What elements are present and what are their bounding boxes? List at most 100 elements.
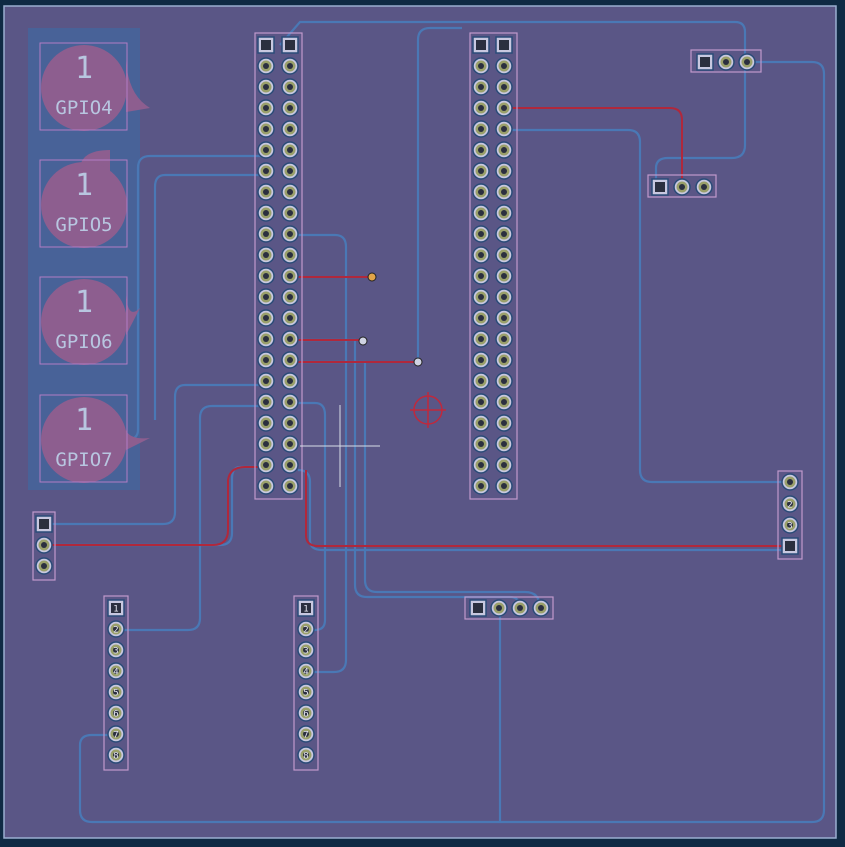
pad bbox=[281, 309, 299, 327]
pad bbox=[495, 204, 513, 222]
pad bbox=[472, 162, 490, 180]
pad bbox=[472, 372, 490, 390]
pad bbox=[281, 183, 299, 201]
pad bbox=[472, 330, 490, 348]
pad bbox=[281, 120, 299, 138]
pad bbox=[257, 36, 275, 54]
pad bbox=[495, 57, 513, 75]
pad bbox=[495, 330, 513, 348]
pad bbox=[472, 393, 490, 411]
pad bbox=[781, 473, 799, 491]
pad bbox=[495, 351, 513, 369]
pin-number: 5 bbox=[303, 689, 308, 699]
pad: 2 bbox=[781, 495, 799, 513]
pad bbox=[472, 477, 490, 495]
pad bbox=[281, 435, 299, 453]
pad bbox=[695, 178, 713, 196]
pad: 5 bbox=[107, 683, 125, 701]
pad: 2 bbox=[107, 620, 125, 638]
pad bbox=[717, 53, 735, 71]
pad bbox=[495, 372, 513, 390]
pin-number: 8 bbox=[303, 752, 308, 762]
pin-number: 1 bbox=[113, 605, 118, 615]
pad bbox=[281, 372, 299, 390]
pad bbox=[281, 477, 299, 495]
pad bbox=[472, 141, 490, 159]
pad bbox=[673, 178, 691, 196]
pin-number: 8 bbox=[113, 752, 118, 762]
via bbox=[367, 272, 377, 282]
pin-number: 4 bbox=[113, 668, 118, 678]
pad bbox=[495, 477, 513, 495]
pad: 4 bbox=[107, 662, 125, 680]
pad bbox=[281, 57, 299, 75]
pad bbox=[495, 183, 513, 201]
touch-pad-label: GPIO6 bbox=[55, 331, 112, 353]
pad: 8 bbox=[107, 746, 125, 764]
pad bbox=[281, 99, 299, 117]
pad bbox=[257, 162, 275, 180]
pad bbox=[495, 36, 513, 54]
pad bbox=[472, 456, 490, 474]
pad bbox=[495, 267, 513, 285]
pin-number: 6 bbox=[303, 710, 308, 720]
touch-pad-label: GPIO5 bbox=[55, 214, 112, 236]
pad bbox=[495, 99, 513, 117]
pad: 3 bbox=[297, 641, 315, 659]
pad bbox=[472, 183, 490, 201]
pad: 7 bbox=[297, 725, 315, 743]
pad bbox=[472, 309, 490, 327]
pad bbox=[257, 414, 275, 432]
pad: 3 bbox=[781, 516, 799, 534]
pad bbox=[281, 225, 299, 243]
pad bbox=[257, 372, 275, 390]
pin-number: 2 bbox=[303, 626, 308, 636]
pad bbox=[495, 435, 513, 453]
pad bbox=[257, 57, 275, 75]
pad bbox=[281, 330, 299, 348]
pad: 1 bbox=[297, 599, 315, 617]
pcb-layout[interactable]: 2 3 1 2 3 4 5 6 7 8 1 2 3 4 5 6 7 8 1 GPIO4 1 GPIO5 1 GPIO6 1 GP… bbox=[0, 0, 845, 847]
pad bbox=[511, 599, 529, 617]
pin-number: 1 bbox=[303, 605, 308, 615]
pad bbox=[281, 414, 299, 432]
pad bbox=[35, 536, 53, 554]
pin-number: 7 bbox=[113, 731, 118, 741]
pad bbox=[472, 120, 490, 138]
touch-pad-number: 1 bbox=[75, 168, 93, 203]
pad bbox=[495, 288, 513, 306]
pad bbox=[257, 330, 275, 348]
pad bbox=[257, 246, 275, 264]
pad bbox=[257, 204, 275, 222]
pad bbox=[495, 120, 513, 138]
pad bbox=[472, 435, 490, 453]
pad bbox=[281, 204, 299, 222]
pad bbox=[472, 225, 490, 243]
pin-number: 5 bbox=[113, 689, 118, 699]
pad bbox=[257, 288, 275, 306]
touch-pad-number: 1 bbox=[75, 403, 93, 438]
pad bbox=[472, 36, 490, 54]
pad bbox=[281, 246, 299, 264]
pcb-editor-canvas[interactable]: 2 3 1 2 3 4 5 6 7 8 1 2 3 4 5 6 7 8 1 GPIO4 1 GPIO5 1 GPIO6 1 GP… bbox=[0, 0, 845, 847]
pad bbox=[472, 57, 490, 75]
via bbox=[413, 357, 423, 367]
touch-pad-label: GPIO4 bbox=[55, 97, 112, 119]
pad bbox=[257, 435, 275, 453]
pad bbox=[257, 309, 275, 327]
pad: 4 bbox=[297, 662, 315, 680]
pin-number: 2 bbox=[113, 626, 118, 636]
pad bbox=[495, 141, 513, 159]
pad bbox=[472, 99, 490, 117]
pad bbox=[257, 99, 275, 117]
pad: 5 bbox=[297, 683, 315, 701]
touch-pad-number: 1 bbox=[75, 51, 93, 86]
touch-pad-label: GPIO7 bbox=[55, 449, 112, 471]
pad bbox=[472, 288, 490, 306]
pad bbox=[651, 178, 669, 196]
pad bbox=[472, 351, 490, 369]
via bbox=[358, 336, 368, 346]
pad bbox=[495, 393, 513, 411]
pad bbox=[532, 599, 550, 617]
pad bbox=[472, 246, 490, 264]
